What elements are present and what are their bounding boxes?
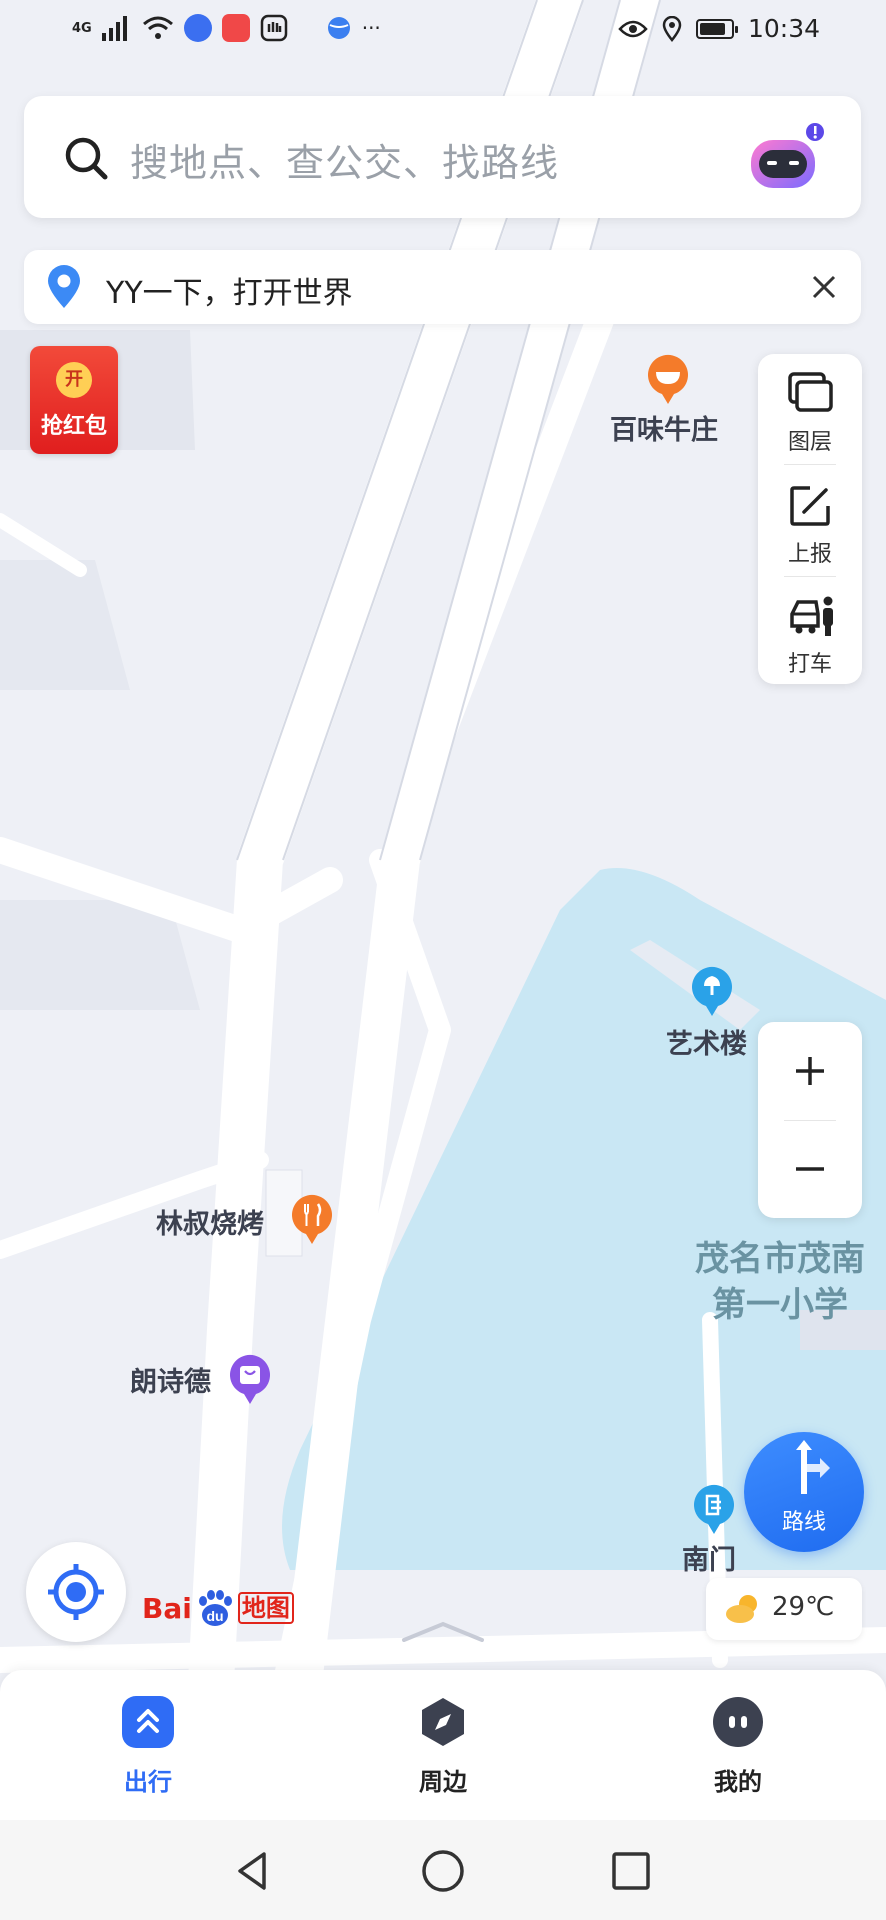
globe-app-icon xyxy=(327,17,350,39)
clock: 10:34 xyxy=(747,14,820,43)
temperature: 29℃ xyxy=(772,1592,835,1622)
school-name-line2: 第一小学 xyxy=(712,1285,848,1325)
tab-mine-label: 我的 xyxy=(714,1768,762,1796)
poi-art-building[interactable]: 艺术楼 xyxy=(666,1022,747,1061)
taxi-button[interactable]: 打车 xyxy=(758,576,862,686)
signal-icon xyxy=(101,16,127,41)
route-arrow-icon xyxy=(796,1440,830,1494)
side-tool-panel: 图层 上报 打车 xyxy=(758,354,862,684)
logo-map: 地图 xyxy=(237,1592,294,1624)
compass-icon xyxy=(417,1696,469,1748)
notice-banner[interactable]: YY一下，打开世界 xyxy=(24,250,861,324)
status-left: 4G ··· xyxy=(72,14,381,42)
location-icon xyxy=(662,15,682,42)
system-nav-bar xyxy=(0,1820,886,1920)
zoom-out-button[interactable] xyxy=(758,1120,862,1218)
report-label: 上报 xyxy=(787,542,832,567)
status-right: 10:34 xyxy=(618,14,820,43)
tab-travel-label: 出行 xyxy=(124,1768,172,1796)
pin-icon xyxy=(48,265,80,308)
tree-icon[interactable] xyxy=(690,966,734,1018)
eye-icon xyxy=(618,20,648,37)
cloudy-sun-icon xyxy=(726,1595,757,1623)
logo-du: du xyxy=(206,1608,223,1624)
poi-restaurant[interactable]: 百味牛庄 xyxy=(610,408,718,447)
notice-text: YY一下，打开世界 xyxy=(106,276,353,311)
back-icon[interactable] xyxy=(230,1848,276,1894)
layers-icon xyxy=(788,372,833,412)
close-icon[interactable] xyxy=(805,268,843,306)
more-notifications: ··· xyxy=(361,16,381,40)
baidu-map-logo: Bai du 地图 xyxy=(142,1588,294,1628)
report-button[interactable]: 上报 xyxy=(758,466,862,576)
weather-widget[interactable]: 29℃ xyxy=(706,1578,862,1640)
drawer-handle-chevron-up-icon[interactable] xyxy=(400,1620,486,1642)
search-bar[interactable]: 搜地点、查公交、找路线 xyxy=(24,96,861,218)
poi-bbq[interactable]: 林叔烧烤 xyxy=(156,1202,264,1241)
noodle-bowl-icon[interactable] xyxy=(646,354,690,406)
hand-icon xyxy=(260,14,287,42)
zoom-in-button[interactable] xyxy=(758,1022,862,1120)
recents-icon[interactable] xyxy=(608,1848,654,1894)
network-indicator: 4G xyxy=(72,20,92,36)
tab-nearby-label: 周边 xyxy=(419,1768,467,1796)
red-packet-coin: 开 xyxy=(56,362,92,398)
status-bar: 4G ··· 10:34 xyxy=(0,0,886,66)
battery-icon xyxy=(695,18,738,39)
poi-shop[interactable]: 朗诗德 xyxy=(130,1360,211,1399)
locate-target-icon xyxy=(48,1564,104,1620)
search-icon[interactable] xyxy=(64,136,108,180)
poi-school[interactable]: 茂名市茂南 第一小学 xyxy=(680,1236,880,1328)
tab-mine[interactable]: 我的 xyxy=(678,1696,798,1796)
layers-label: 图层 xyxy=(787,430,832,455)
layers-button[interactable]: 图层 xyxy=(758,354,862,464)
shopping-bag-icon[interactable] xyxy=(228,1354,272,1406)
fork-knife-icon[interactable] xyxy=(290,1194,334,1246)
report-edit-icon xyxy=(790,486,830,526)
search-input[interactable]: 搜地点、查公交、找路线 xyxy=(130,132,559,187)
route-button[interactable]: 路线 xyxy=(744,1432,864,1552)
taxi-icon xyxy=(790,596,833,636)
home-icon[interactable] xyxy=(420,1848,466,1894)
bottom-nav: 出行 周边 我的 xyxy=(0,1670,886,1820)
taxi-label: 打车 xyxy=(787,652,832,677)
red-packet-button[interactable]: 开 抢红包 xyxy=(30,346,118,454)
voice-assistant-icon[interactable] xyxy=(743,118,827,196)
route-label: 路线 xyxy=(781,1510,826,1535)
logo-bai: Bai xyxy=(142,1591,192,1625)
locate-me-button[interactable] xyxy=(26,1542,126,1642)
tab-nearby[interactable]: 周边 xyxy=(383,1696,503,1796)
red-packet-label: 抢红包 xyxy=(40,414,107,439)
gate-icon[interactable] xyxy=(692,1484,736,1536)
poi-south-gate[interactable]: 南门 xyxy=(682,1538,736,1577)
wifi-icon xyxy=(142,16,173,39)
zoom-controls xyxy=(758,1022,862,1218)
paw-icon: du xyxy=(198,1590,232,1626)
music-app-icon xyxy=(183,14,212,42)
tab-travel[interactable]: 出行 xyxy=(88,1696,208,1796)
app-notification-icon xyxy=(221,14,250,42)
school-name-line1: 茂名市茂南 xyxy=(695,1239,865,1279)
plus-icon xyxy=(796,1057,824,1085)
minus-icon xyxy=(796,1167,824,1171)
travel-tab-icon xyxy=(122,1696,174,1748)
profile-face-icon xyxy=(712,1696,764,1748)
